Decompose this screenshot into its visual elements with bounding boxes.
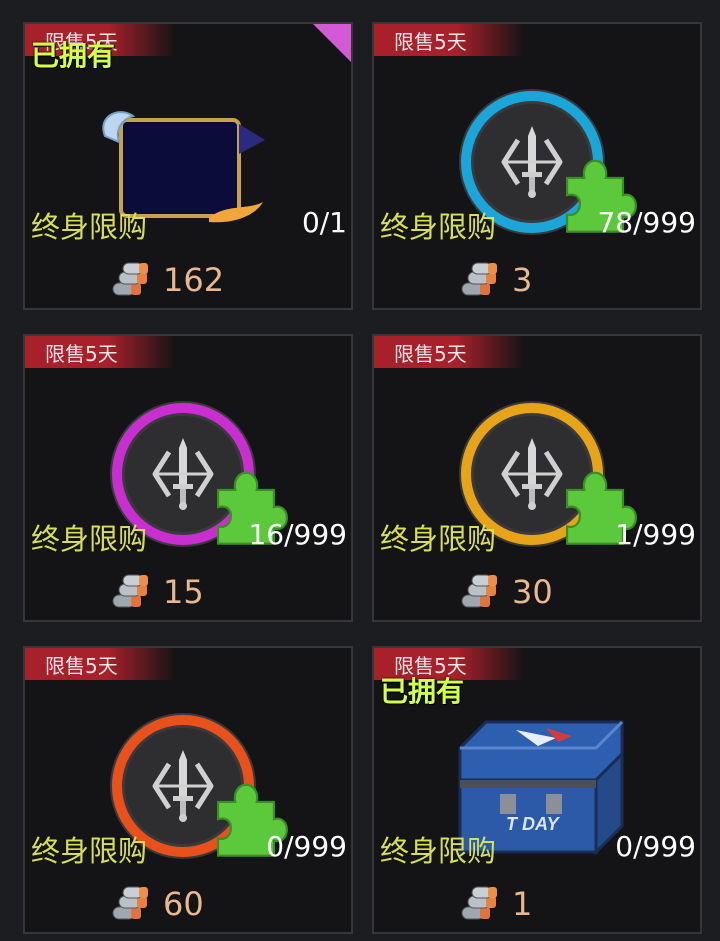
limited-sale-tag: 限售5天 — [45, 654, 118, 678]
purchase-count: 0/999 — [266, 830, 347, 863]
price[interactable]: 3 — [458, 258, 532, 302]
silver-bullets-icon — [458, 573, 502, 611]
limited-sale-tag: 限售5天 — [45, 342, 118, 366]
price-value: 1 — [512, 885, 533, 923]
silver-bullets-icon — [458, 261, 502, 299]
shop-card-6[interactable]: 限售5天 已拥有 T DAY 终身限购 0/999 1 — [372, 646, 702, 934]
price[interactable]: 162 — [109, 258, 224, 302]
price-value: 15 — [163, 573, 204, 611]
limited-sale-ribbon: 限售5天 — [25, 336, 175, 368]
chest-text: T DAY — [506, 814, 561, 834]
owned-label: 已拥有 — [31, 39, 116, 72]
limited-sale-tag: 限售5天 — [394, 342, 467, 366]
price-value: 3 — [512, 261, 533, 299]
purchase-count: 1/999 — [615, 518, 696, 551]
price-value: 162 — [163, 261, 225, 299]
limited-sale-ribbon: 限售5天 — [25, 648, 175, 680]
lifetime-limit-label: 终身限购 — [380, 522, 497, 556]
shop-card-4[interactable]: 限售5天 终身限购 1/999 30 — [372, 334, 702, 622]
price[interactable]: 60 — [109, 882, 204, 926]
purchase-count: 16/999 — [248, 518, 347, 551]
purchase-count: 0/1 — [301, 206, 347, 239]
price[interactable]: 30 — [458, 570, 553, 614]
silver-bullets-icon — [109, 573, 153, 611]
quality-corner-marker — [313, 24, 351, 62]
price[interactable]: 15 — [109, 570, 204, 614]
limited-sale-ribbon: 限售5天 — [374, 24, 524, 56]
lifetime-limit-label: 终身限购 — [31, 210, 148, 244]
shop-card-3[interactable]: 限售5天 终身限购 16/999 15 — [23, 334, 353, 622]
lifetime-limit-label: 终身限购 — [31, 522, 148, 556]
purchase-count: 78/999 — [597, 206, 696, 239]
purchase-count: 0/999 — [615, 830, 696, 863]
silver-bullets-icon — [109, 885, 153, 923]
lifetime-limit-label: 终身限购 — [380, 834, 497, 868]
silver-bullets-icon — [458, 885, 502, 923]
silver-bullets-icon — [109, 261, 153, 299]
lifetime-limit-label: 终身限购 — [31, 834, 148, 868]
price-value: 30 — [512, 573, 553, 611]
price[interactable]: 1 — [458, 882, 532, 926]
owned-label: 已拥有 — [380, 675, 465, 708]
shop-card-5[interactable]: 限售5天 终身限购 0/999 60 — [23, 646, 353, 934]
lifetime-limit-label: 终身限购 — [380, 210, 497, 244]
limited-sale-tag: 限售5天 — [394, 30, 467, 54]
price-value: 60 — [163, 885, 204, 923]
limited-sale-ribbon: 限售5天 — [374, 336, 524, 368]
shop-card-2[interactable]: 限售5天 终身限购 78/999 3 — [372, 22, 702, 310]
shop-card-1[interactable]: 限售5天 已拥有 终身限购 0/1 162 — [23, 22, 353, 310]
